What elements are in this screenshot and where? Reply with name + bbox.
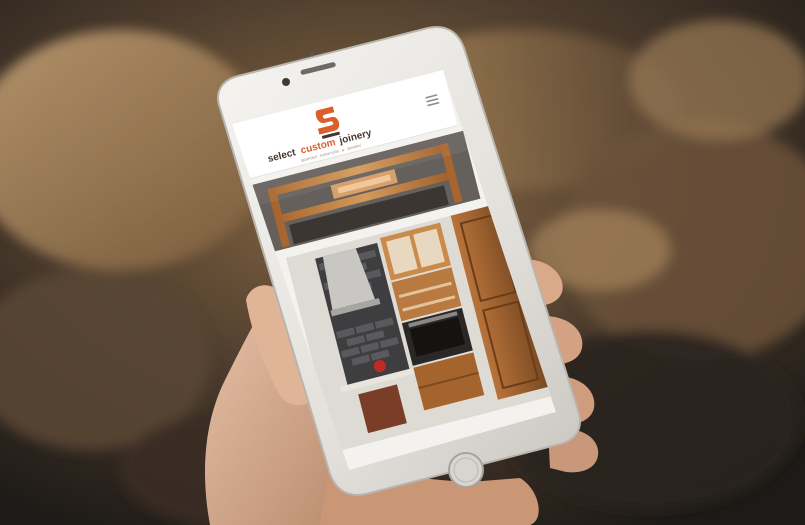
home-button[interactable] — [448, 452, 484, 488]
photo-canvas: select custom joinery BESPOKE · FURNITUR… — [0, 0, 805, 525]
photo-scene: select custom joinery BESPOKE · FURNITUR… — [0, 0, 805, 525]
sensor — [309, 51, 315, 57]
front-camera — [282, 78, 290, 86]
